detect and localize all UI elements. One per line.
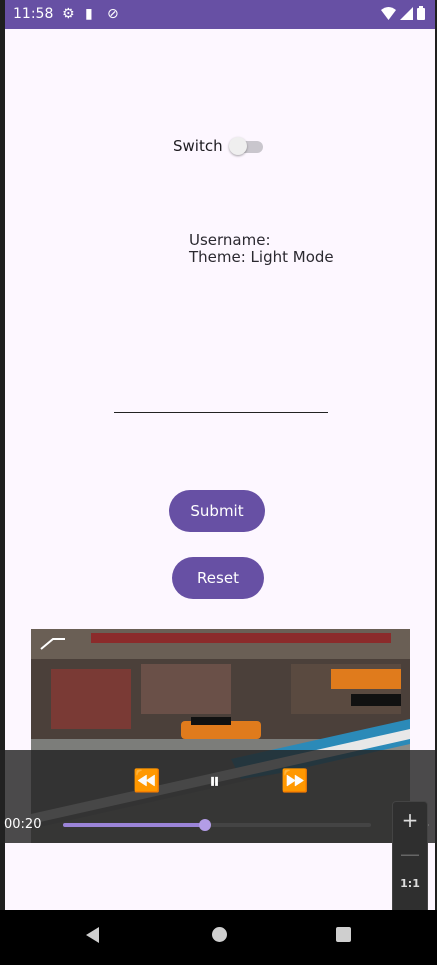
- do-not-disturb-icon: ⊘: [107, 6, 119, 22]
- status-bar: 11:58 ⚙ ▮ ⊘: [5, 0, 435, 29]
- navigation-bar: [0, 910, 437, 965]
- theme-switch[interactable]: [228, 137, 263, 155]
- rewind-icon[interactable]: ⏪: [133, 770, 160, 794]
- submit-button[interactable]: Submit: [169, 490, 265, 532]
- sd-card-icon: ▮: [85, 6, 93, 22]
- theme-display: Theme: Light Mode: [189, 248, 334, 266]
- pause-icon[interactable]: ⏸: [209, 770, 220, 794]
- switch-thumb: [228, 137, 247, 155]
- status-time: 11:58: [13, 6, 54, 22]
- reset-button[interactable]: Reset: [172, 557, 264, 599]
- battery-icon: [417, 6, 425, 20]
- switch-row: Switch: [173, 137, 263, 155]
- seek-handle[interactable]: [198, 819, 211, 831]
- status-icons-right: [381, 6, 425, 20]
- fast-forward-icon[interactable]: ⏩: [281, 770, 308, 794]
- zoom-one-to-one-button[interactable]: 1:1: [393, 877, 427, 890]
- seek-bar-progress: [63, 823, 205, 827]
- player-controls: [0, 750, 437, 843]
- back-icon[interactable]: [86, 927, 99, 943]
- home-icon[interactable]: [212, 927, 227, 942]
- info-text: Username: Theme: Light Mode: [189, 232, 334, 266]
- switch-label: Switch: [173, 137, 223, 155]
- zoom-out-icon[interactable]: —: [393, 842, 427, 866]
- cellular-icon: [400, 6, 413, 20]
- wifi-icon: [381, 6, 396, 20]
- current-time: 00:20: [4, 817, 42, 832]
- username-input[interactable]: [114, 384, 328, 413]
- gear-icon: ⚙: [62, 6, 75, 22]
- recents-icon[interactable]: [336, 927, 351, 942]
- zoom-in-icon[interactable]: +: [393, 808, 427, 832]
- username-display: Username:: [189, 231, 271, 249]
